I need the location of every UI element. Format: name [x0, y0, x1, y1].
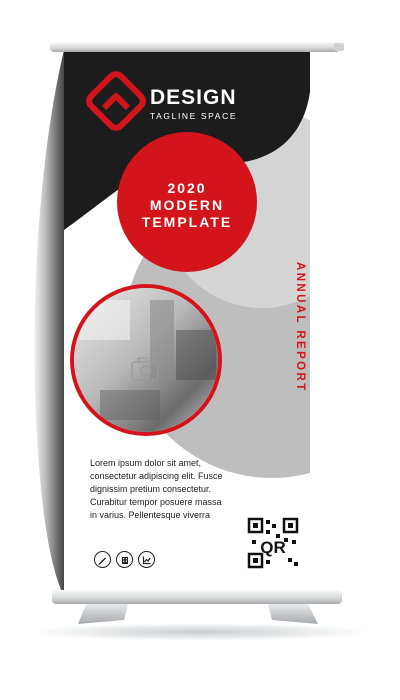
stand-base	[52, 590, 342, 604]
chart-icon	[138, 551, 155, 568]
brand-name: DESIGN	[150, 86, 237, 109]
stand-foot-left	[78, 604, 128, 624]
qr-code: QR	[247, 517, 299, 569]
brand-tagline: TAGLINE SPACE	[150, 111, 238, 121]
body-text-line: dignissim pretium consectetur.	[90, 484, 212, 494]
body-text: Lorem ipsum dolor sit amet, consectetur …	[90, 457, 265, 522]
banner-curl-left	[34, 50, 66, 592]
headline-line-2: MODERN	[149, 197, 225, 213]
pen-icon	[94, 551, 111, 568]
body-text-line: in varius. Pellentesque viverra	[90, 510, 211, 520]
qr-label: QR	[260, 538, 286, 557]
annual-report-label: ANNUAL REPORT	[294, 262, 306, 393]
body-text-line: Curabitur tempor posuere massa	[90, 497, 222, 507]
headline-line-3: TEMPLATE	[141, 214, 233, 230]
headline-line-1: 2020	[167, 180, 207, 196]
floor-shadow	[30, 623, 370, 641]
stand-foot-right	[268, 604, 318, 624]
stand-top-bar	[50, 42, 340, 52]
building-icon	[116, 551, 133, 568]
body-text-line: consectetur adipiscing elit. Fusce	[90, 471, 223, 481]
body-text-line: Lorem ipsum dolor sit amet,	[90, 458, 202, 468]
